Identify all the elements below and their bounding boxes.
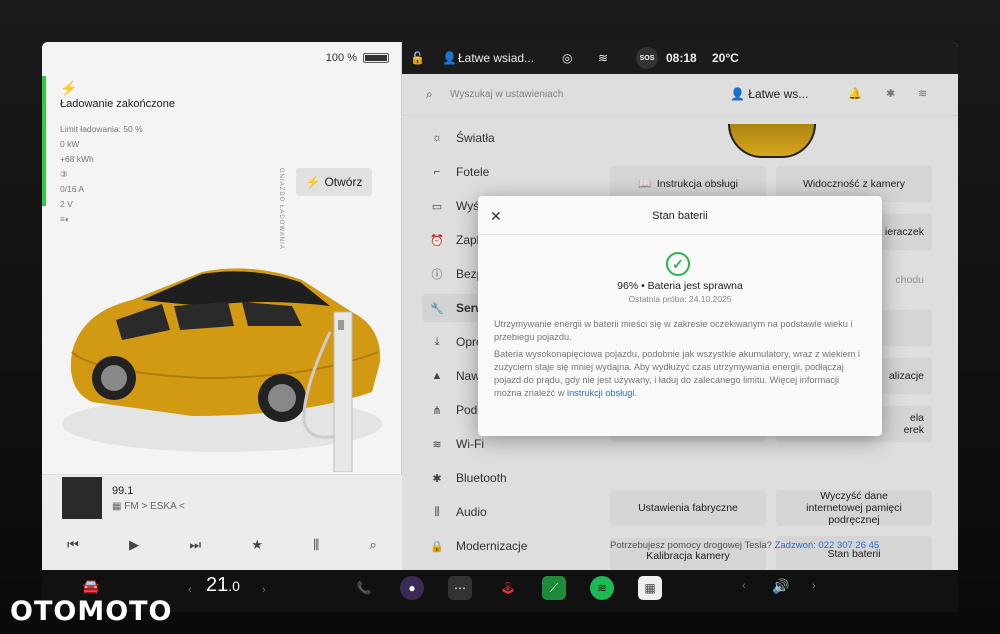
camera-app-icon[interactable]: ● [400,576,424,600]
charge-phase-icon: ③ [60,169,68,179]
manual-link[interactable]: instrukcji obsługi [567,388,634,398]
temp-up-icon[interactable]: › [262,584,266,596]
dialog-divider [478,234,882,235]
battery-advice: Bateria wysokonapięciowa pojazdu, podobn… [494,349,860,398]
outside-temp: 20°C [712,51,739,65]
open-label: Otwórz [324,175,363,189]
driver-profile[interactable]: Łatwe wsiad... [458,51,534,65]
energy-app-icon[interactable]: ⟋ [542,576,566,600]
touchscreen: 100 % ⚡ Ładowanie zakończone Limit ładow… [42,42,958,570]
charging-bolt-icon: ⚡ [60,80,78,96]
battery-percent: 100 % [325,52,357,64]
search-media-icon[interactable]: ⌕ [370,537,377,553]
previous-track-icon[interactable]: ⏮ [67,537,79,553]
charge-energy: +68 kWh [60,154,94,164]
spotify-icon[interactable]: ≋ [590,576,614,600]
battery-health-status: 96% • Bateria jest sprawna [617,280,743,292]
charge-limit: Limit ładowania: 50 % [60,124,143,134]
battery-icon [363,53,389,63]
car-panel: 100 % ⚡ Ładowanie zakończone Limit ładow… [42,42,402,570]
last-test-date: Ostatnia próba: 24.10.2025 [628,294,732,304]
profile-icon: 👤 [442,51,457,65]
media-controls: ⏮ ▶ ⏭ ★ ⫼ ⌕ [42,525,402,565]
battery-health-dialog: ✕ Stan baterii ✓ 96% • Bateria jest spra… [478,196,882,436]
station-source: ▦ FM > ESKA < [112,501,185,512]
volume-up-icon[interactable]: › [812,580,816,592]
clock: 08:18 [666,51,697,65]
unlock-icon[interactable]: 🔓 [410,51,425,65]
media-player: 99.1 ▦ FM > ESKA < ⏮ ▶ ⏭ ★ ⫼ ⌕ [42,474,402,570]
volume-icon[interactable]: 🔊 [772,578,789,595]
charge-status: Ładowanie zakończone [60,98,175,110]
car-render[interactable] [52,202,392,472]
charge-power: 0 kW [60,139,80,149]
next-track-icon[interactable]: ⏭ [189,537,201,553]
wifi-status-icon: ≋ [598,51,609,65]
checkmark-icon: ✓ [666,252,690,276]
bolt-icon: ⚡ [305,175,321,189]
charge-current: 0/16 A [60,184,85,194]
cabin-temperature[interactable]: 21.0 [206,574,240,597]
taskbar: 🚘 ‹ 21.0 › 📞 ● ⋯ 🕹 ⟋ ≋ ▦ ‹ 🔊 › [42,570,958,612]
album-art [62,477,102,519]
battery-status: 100 % [326,52,389,64]
car-icon[interactable]: 🚘 [82,578,99,595]
arcade-icon[interactable]: 🕹 [496,576,520,600]
more-apps-icon[interactable]: ⋯ [448,576,472,600]
station-frequency: 99.1 [112,485,134,497]
status-bar: 🔓 👤 Łatwe wsiad... ◎ ≋ SOS 08:18 20°C [402,42,958,74]
favorite-star-icon[interactable]: ★ [251,537,263,553]
dialog-title: Stan baterii [652,210,708,222]
calendar-icon[interactable]: ▦ [638,576,662,600]
charging-indicator-bar [42,76,46,206]
temp-down-icon[interactable]: ‹ [188,584,192,596]
sos-icon[interactable]: SOS [636,47,658,69]
equalizer-icon[interactable]: ⫼ [313,537,319,553]
phone-icon[interactable]: 📞 [352,576,376,600]
watermark-logo: OTOMOTO [10,596,173,627]
battery-explanation: Utrzymywanie energii w baterii mieści si… [494,319,853,342]
volume-down-icon[interactable]: ‹ [742,580,746,592]
open-charge-port-button[interactable]: ⚡ Otwórz [296,168,372,196]
sentry-icon[interactable]: ◎ [562,51,572,65]
play-icon[interactable]: ▶ [129,537,139,553]
